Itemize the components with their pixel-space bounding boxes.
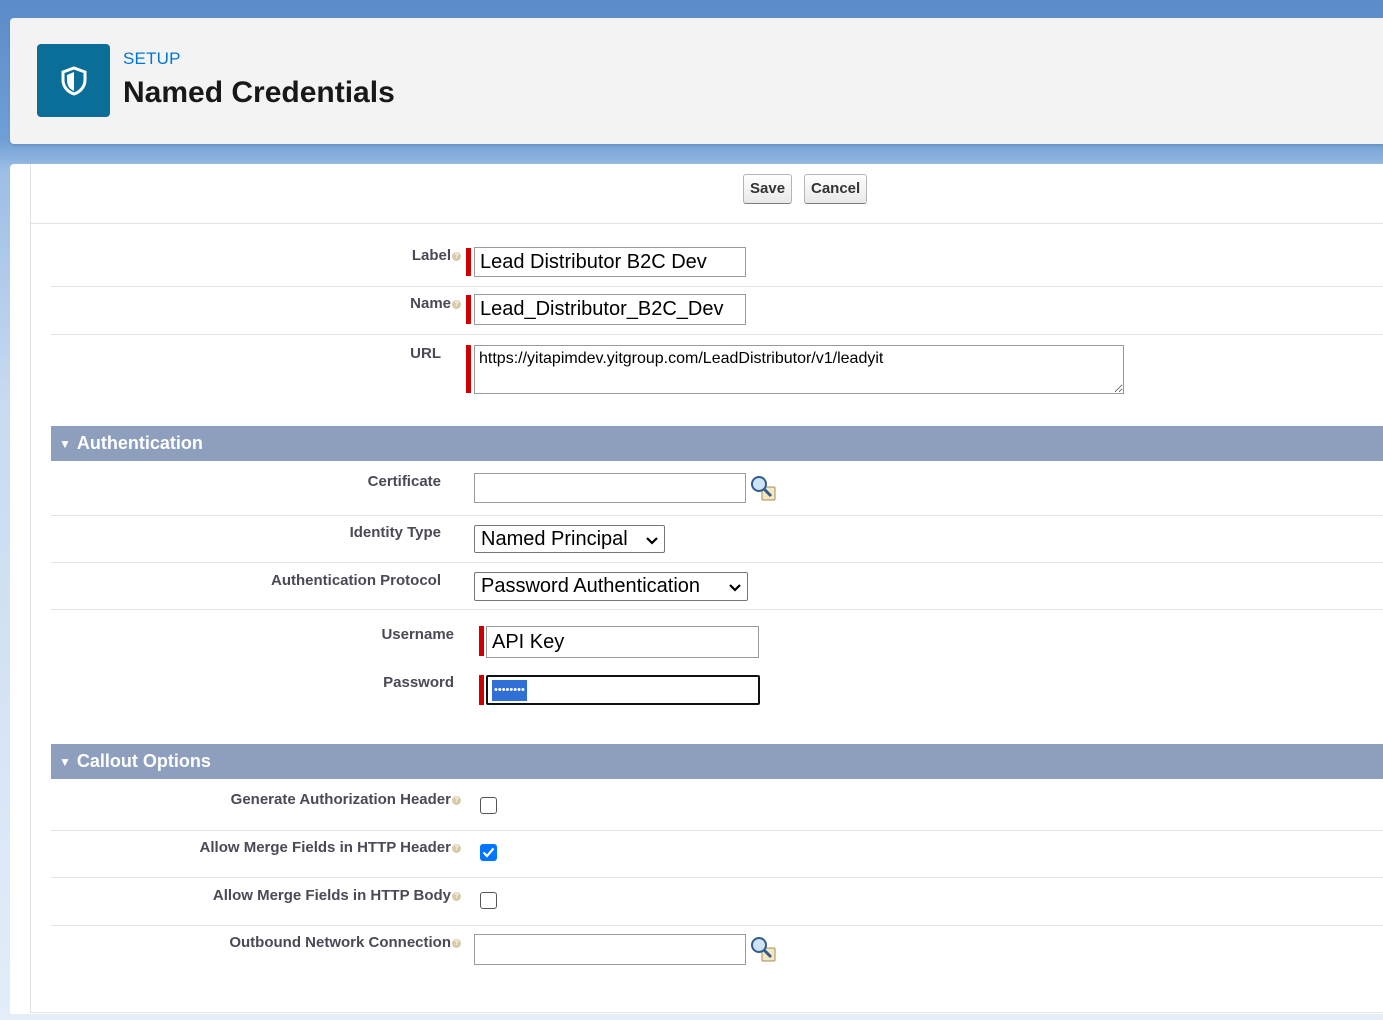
password-input[interactable]: •••••••• bbox=[486, 675, 760, 705]
chevron-down-icon bbox=[729, 575, 741, 598]
name-field-text: Name bbox=[410, 295, 451, 312]
merge-http-header-checkbox[interactable] bbox=[480, 844, 497, 861]
merge-http-header-label: Allow Merge Fields in HTTP Header? bbox=[200, 839, 461, 856]
lookup-icon[interactable] bbox=[749, 935, 777, 963]
page-title: Named Credentials bbox=[123, 76, 395, 109]
collapse-triangle-icon: ▼ bbox=[59, 436, 71, 451]
row-divider bbox=[51, 562, 1383, 563]
label-field-text: Label bbox=[411, 247, 451, 264]
merge-http-body-label: Allow Merge Fields in HTTP Body? bbox=[213, 887, 461, 904]
page-header: SETUP Named Credentials bbox=[10, 18, 1383, 144]
toolbar-divider bbox=[31, 223, 1383, 224]
username-input[interactable] bbox=[486, 626, 759, 658]
row-divider bbox=[51, 334, 1383, 335]
row-divider bbox=[51, 877, 1383, 878]
certificate-input[interactable] bbox=[474, 473, 746, 503]
authentication-section-title: Authentication bbox=[76, 433, 203, 453]
required-indicator bbox=[466, 248, 471, 276]
password-masked-value: •••••••• bbox=[492, 680, 527, 701]
help-icon[interactable]: ? bbox=[452, 891, 461, 901]
username-field-label: Username bbox=[381, 626, 454, 643]
help-icon[interactable]: ? bbox=[452, 843, 461, 853]
edit-form: Save Cancel Label? Name? URL https://yit… bbox=[30, 164, 1383, 1013]
lookup-icon[interactable] bbox=[749, 474, 777, 502]
url-textarea[interactable]: https://yitapimdev.yitgroup.com/LeadDist… bbox=[474, 345, 1124, 394]
name-input[interactable] bbox=[474, 294, 746, 325]
shield-icon bbox=[37, 44, 110, 117]
generate-auth-header-checkbox[interactable] bbox=[480, 797, 497, 814]
required-indicator bbox=[466, 295, 471, 324]
cancel-button[interactable]: Cancel bbox=[804, 174, 868, 204]
label-field-label: Label? bbox=[412, 247, 461, 264]
row-divider bbox=[51, 286, 1383, 287]
outbound-connection-text: Outbound Network Connection bbox=[229, 934, 451, 951]
row-divider bbox=[51, 515, 1383, 516]
authentication-section-header[interactable]: ▼ Authentication bbox=[51, 426, 1383, 461]
outbound-connection-input[interactable] bbox=[474, 934, 746, 965]
name-field-label: Name? bbox=[410, 295, 461, 312]
url-field-label: URL bbox=[410, 345, 441, 362]
generate-auth-header-label: Generate Authorization Header? bbox=[231, 791, 461, 808]
setup-eyebrow: SETUP bbox=[123, 49, 181, 68]
row-divider bbox=[51, 925, 1383, 926]
outbound-connection-label: Outbound Network Connection? bbox=[229, 934, 461, 951]
help-icon[interactable]: ? bbox=[452, 938, 461, 948]
save-button[interactable]: Save bbox=[743, 174, 793, 204]
help-icon[interactable]: ? bbox=[452, 251, 461, 261]
auth-protocol-field-label: Authentication Protocol bbox=[271, 572, 441, 589]
collapse-triangle-icon: ▼ bbox=[59, 754, 71, 769]
checkmark-icon bbox=[482, 847, 495, 858]
label-input[interactable] bbox=[474, 247, 746, 277]
auth-protocol-selected: Password Authentication bbox=[481, 575, 701, 597]
row-divider bbox=[51, 609, 1383, 610]
main-panel: Save Cancel Label? Name? URL https://yit… bbox=[10, 164, 1383, 1014]
identity-type-select[interactable]: Named Principal bbox=[474, 525, 665, 553]
generate-auth-header-text: Generate Authorization Header bbox=[230, 791, 451, 808]
password-field-label: Password bbox=[383, 674, 454, 691]
auth-protocol-select[interactable]: Password Authentication bbox=[474, 572, 748, 601]
certificate-field-label: Certificate bbox=[367, 473, 441, 490]
chevron-down-icon bbox=[646, 528, 658, 551]
identity-type-selected: Named Principal bbox=[481, 527, 628, 550]
required-indicator bbox=[479, 675, 484, 705]
help-icon[interactable]: ? bbox=[452, 299, 461, 309]
required-indicator bbox=[466, 345, 471, 393]
identity-type-field-label: Identity Type bbox=[349, 524, 441, 541]
required-indicator bbox=[479, 626, 484, 656]
callout-options-section-title: Callout Options bbox=[76, 751, 211, 771]
callout-options-section-header[interactable]: ▼ Callout Options bbox=[51, 744, 1383, 779]
merge-http-body-text: Allow Merge Fields in HTTP Body bbox=[212, 887, 451, 904]
merge-http-header-text: Allow Merge Fields in HTTP Header bbox=[199, 839, 451, 856]
row-divider bbox=[51, 830, 1383, 831]
merge-http-body-checkbox[interactable] bbox=[480, 892, 497, 909]
help-icon[interactable]: ? bbox=[452, 795, 461, 805]
